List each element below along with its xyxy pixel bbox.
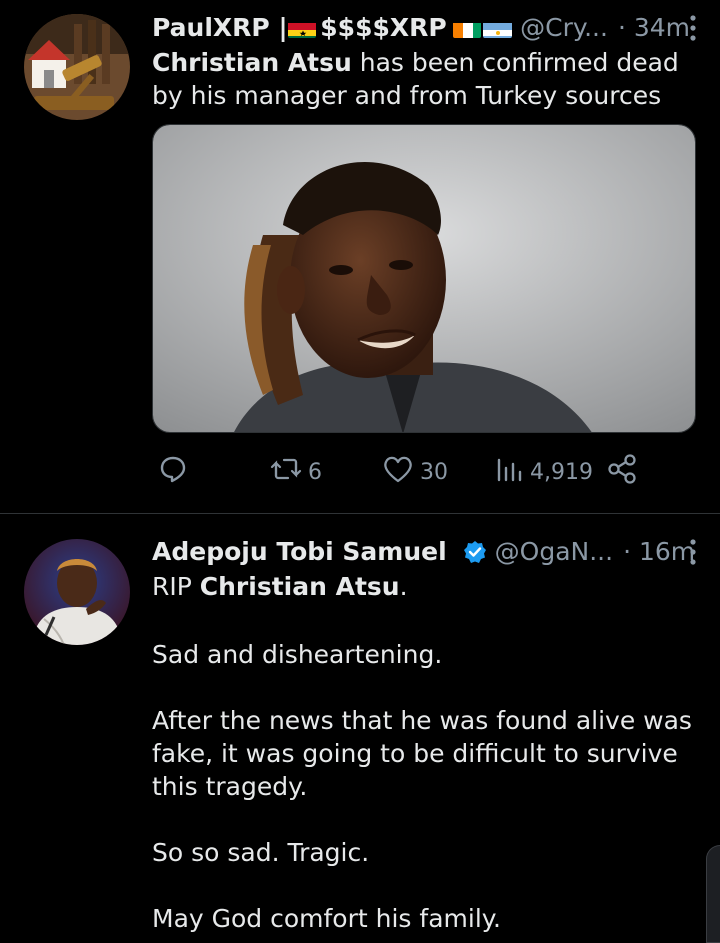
reply-button[interactable] [158, 452, 188, 492]
tweet-text: Christian Atsu has been confirmed dead b… [152, 46, 696, 112]
argentina-flag-icon [483, 18, 513, 38]
tweet-1[interactable]: PaulXRP | $$$$XRP @Cry... · 34m Christia… [0, 0, 720, 514]
tweet-text-line1: RIP Christian Atsu. [152, 570, 696, 603]
scrollbar-thumb[interactable] [706, 845, 720, 943]
like-button[interactable]: 30 [382, 452, 448, 492]
more-icon[interactable] [686, 13, 700, 43]
tweet-actions: 6 30 4,919 [152, 452, 652, 492]
reply-icon [158, 454, 188, 490]
more-icon[interactable] [686, 537, 700, 567]
share-icon [606, 453, 638, 491]
timestamp[interactable]: · 34m [618, 11, 690, 45]
display-name-suffix[interactable]: $$$$XRP [320, 11, 446, 45]
display-name[interactable]: PaulXRP | [152, 11, 288, 45]
like-icon [382, 454, 414, 490]
like-count: 30 [420, 459, 448, 485]
handle[interactable]: @OgaN... [495, 535, 613, 569]
avatar[interactable] [24, 14, 130, 120]
tweet-photo[interactable] [152, 124, 696, 433]
tweet-paragraph: Sad and disheartening. [152, 640, 443, 669]
ivory-coast-flag-icon [452, 18, 482, 38]
tweet-header: PaulXRP | $$$$XRP @Cry... · 34m [152, 11, 696, 45]
retweet-button[interactable]: 6 [270, 452, 322, 492]
text-bold-name: Christian Atsu [199, 572, 400, 601]
retweet-count: 6 [308, 459, 322, 485]
text-prefix: RIP [152, 572, 200, 601]
views-button[interactable]: 4,919 [494, 452, 593, 492]
views-count: 4,919 [530, 459, 593, 485]
timestamp[interactable]: · 16m [623, 535, 695, 569]
retweet-icon [270, 454, 302, 490]
views-icon [494, 454, 524, 490]
tweet-header: Adepoju Tobi Samuel @OgaN... · 16m [152, 535, 696, 569]
text-suffix: . [399, 572, 408, 601]
display-name[interactable]: Adepoju Tobi Samuel [152, 535, 447, 569]
tweet-paragraph: So so sad. Tragic. [152, 838, 370, 867]
tweet-paragraph: After the news that he was found alive w… [152, 706, 692, 801]
ghana-flag-icon [287, 18, 317, 38]
handle[interactable]: @Cry... [520, 11, 608, 45]
verified-icon [463, 540, 487, 564]
text-bold-name: Christian Atsu [152, 48, 352, 77]
tweet-paragraph: May God comfort his family. [152, 904, 501, 933]
share-button[interactable] [606, 452, 638, 492]
avatar[interactable] [24, 539, 130, 645]
